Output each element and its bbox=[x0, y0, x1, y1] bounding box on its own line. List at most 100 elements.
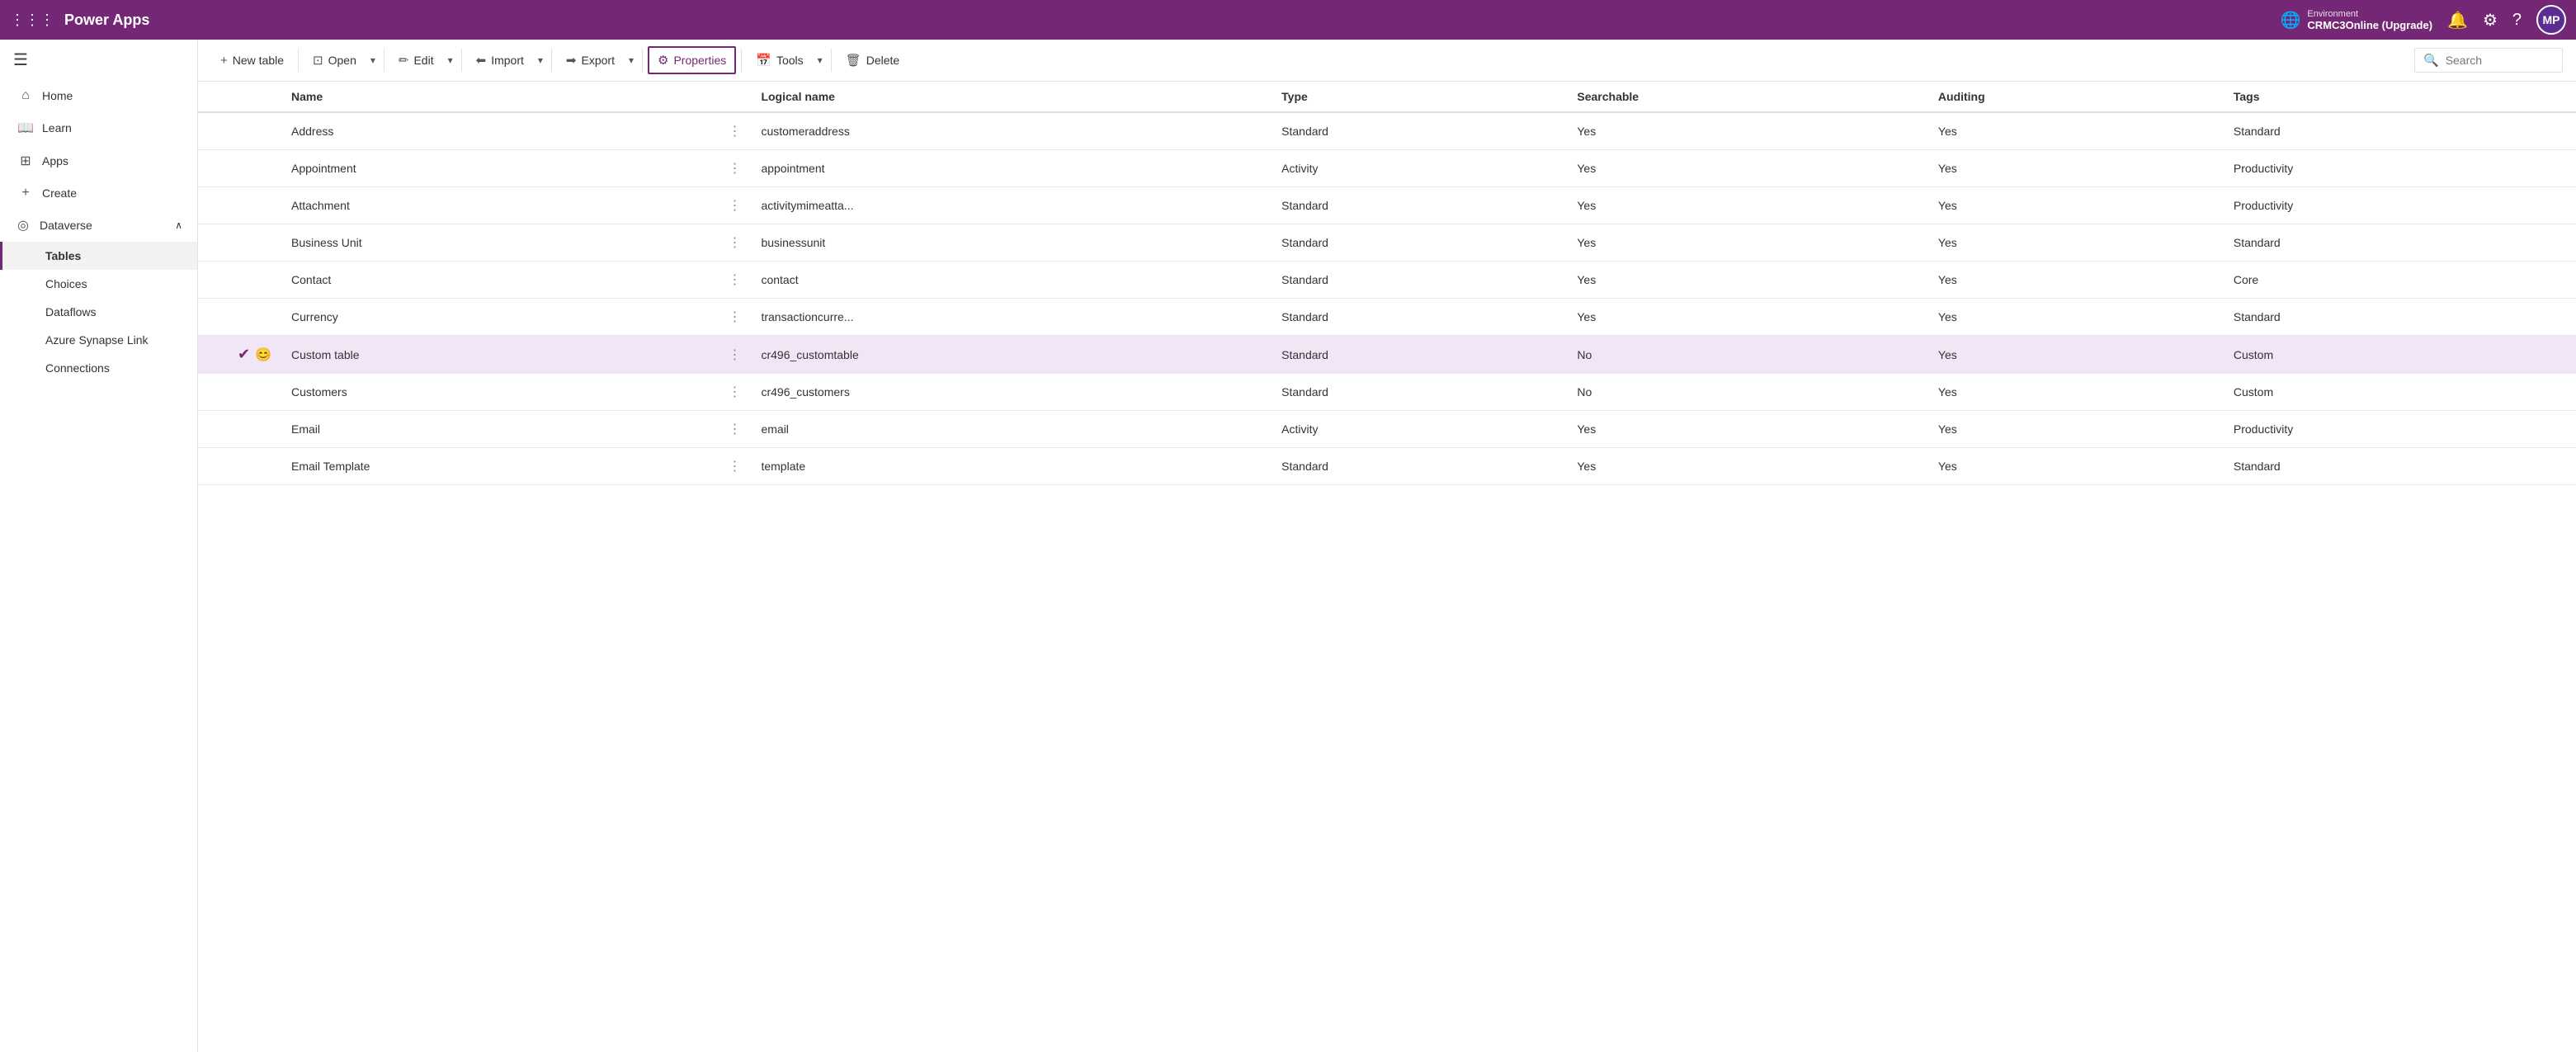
row-auditing-cell: Yes bbox=[1928, 112, 2224, 150]
row-searchable-cell: Yes bbox=[1567, 187, 1928, 224]
sidebar-item-choices[interactable]: Choices bbox=[0, 270, 197, 298]
sidebar-connections-label: Connections bbox=[45, 361, 110, 375]
open-dropdown-button[interactable]: ▾ bbox=[367, 50, 379, 71]
table-row[interactable]: Customers⋮cr496_customersStandardNoYesCu… bbox=[198, 374, 2576, 411]
row-name-cell: Custom table bbox=[281, 336, 718, 374]
table-row[interactable]: Contact⋮contactStandardYesYesCore bbox=[198, 262, 2576, 299]
export-dropdown-button[interactable]: ▾ bbox=[625, 50, 637, 71]
col-more-header bbox=[718, 82, 751, 112]
table-row[interactable]: Business Unit⋮businessunitStandardYesYes… bbox=[198, 224, 2576, 262]
more-options-icon[interactable]: ⋮ bbox=[728, 273, 741, 287]
more-options-icon[interactable]: ⋮ bbox=[728, 162, 741, 176]
export-button[interactable]: ➡ Export bbox=[557, 47, 624, 73]
more-options-icon[interactable]: ⋮ bbox=[728, 310, 741, 324]
tools-dropdown-button[interactable]: ▾ bbox=[814, 50, 826, 71]
row-name-cell: Appointment bbox=[281, 150, 718, 187]
row-more-cell[interactable]: ⋮ bbox=[718, 374, 751, 411]
col-type-header: Type bbox=[1271, 82, 1567, 112]
edit-button[interactable]: ✏ Edit bbox=[389, 47, 443, 73]
sidebar-menu-button[interactable]: ☰ bbox=[0, 40, 197, 80]
sidebar-item-apps[interactable]: ⊞ Apps bbox=[0, 144, 197, 177]
row-type-cell: Standard bbox=[1271, 112, 1567, 150]
toolbar-divider-3 bbox=[461, 49, 462, 72]
table-row[interactable]: Appointment⋮appointmentActivityYesYesPro… bbox=[198, 150, 2576, 187]
row-more-cell[interactable]: ⋮ bbox=[718, 336, 751, 374]
search-box[interactable]: 🔍 bbox=[2414, 48, 2563, 73]
row-select-cell bbox=[198, 299, 228, 336]
row-name-cell: Email bbox=[281, 411, 718, 448]
sidebar-item-learn-label: Learn bbox=[42, 121, 72, 134]
toolbar-divider-2 bbox=[384, 49, 385, 72]
sidebar-azure-synapse-label: Azure Synapse Link bbox=[45, 333, 149, 347]
more-options-icon[interactable]: ⋮ bbox=[728, 125, 741, 139]
more-options-icon[interactable]: ⋮ bbox=[728, 199, 741, 213]
toolbar: + New table ⊡ Open ▾ ✏ Edit ▾ ⬅ Import ▾ bbox=[198, 40, 2576, 82]
sidebar-item-create[interactable]: + Create bbox=[0, 177, 197, 209]
import-button[interactable]: ⬅ Import bbox=[467, 47, 533, 73]
more-options-icon[interactable]: ⋮ bbox=[728, 460, 741, 474]
row-logical-name-cell: businessunit bbox=[751, 224, 1271, 262]
toolbar-divider-5 bbox=[642, 49, 643, 72]
search-input[interactable] bbox=[2446, 54, 2545, 67]
help-button[interactable]: ? bbox=[2512, 11, 2522, 30]
row-tags-cell: Custom bbox=[2224, 374, 2576, 411]
grid-icon[interactable]: ⋮⋮⋮ bbox=[10, 12, 54, 29]
dataverse-chevron-icon: ∧ bbox=[175, 219, 182, 231]
sidebar-item-dataflows[interactable]: Dataflows bbox=[0, 298, 197, 326]
col-name-header: Name bbox=[281, 82, 718, 112]
sidebar-item-learn[interactable]: 📖 Learn bbox=[0, 111, 197, 144]
settings-button[interactable]: ⚙ bbox=[2483, 10, 2498, 31]
properties-button[interactable]: ⚙ Properties bbox=[648, 46, 736, 74]
table-row[interactable]: Currency⋮transactioncurre...StandardYesY… bbox=[198, 299, 2576, 336]
environment-selector[interactable]: 🌐 Environment CRMC3Online (Upgrade) bbox=[2280, 9, 2432, 31]
row-more-cell[interactable]: ⋮ bbox=[718, 411, 751, 448]
table-row[interactable]: Address⋮customeraddressStandardYesYesSta… bbox=[198, 112, 2576, 150]
row-more-cell[interactable]: ⋮ bbox=[718, 224, 751, 262]
open-button[interactable]: ⊡ Open bbox=[304, 47, 366, 73]
edit-dropdown-button[interactable]: ▾ bbox=[445, 50, 456, 71]
sidebar-item-azure-synapse[interactable]: Azure Synapse Link bbox=[0, 326, 197, 354]
row-more-cell[interactable]: ⋮ bbox=[718, 187, 751, 224]
more-options-icon[interactable]: ⋮ bbox=[728, 422, 741, 436]
sidebar-item-connections[interactable]: Connections bbox=[0, 354, 197, 382]
notifications-button[interactable]: 🔔 bbox=[2447, 10, 2468, 31]
import-dropdown-button[interactable]: ▾ bbox=[535, 50, 546, 71]
row-more-cell[interactable]: ⋮ bbox=[718, 112, 751, 150]
table-row[interactable]: Attachment⋮activitymimeatta...StandardYe… bbox=[198, 187, 2576, 224]
row-logical-name-cell: email bbox=[751, 411, 1271, 448]
toolbar-divider-4 bbox=[551, 49, 552, 72]
user-avatar[interactable]: MP bbox=[2536, 5, 2566, 35]
delete-button[interactable]: 🗑 Delete bbox=[837, 47, 909, 73]
row-more-cell[interactable]: ⋮ bbox=[718, 299, 751, 336]
row-select-cell bbox=[198, 411, 228, 448]
more-options-icon[interactable]: ⋮ bbox=[728, 385, 741, 399]
row-tags-cell: Custom bbox=[2224, 336, 2576, 374]
more-options-icon[interactable]: ⋮ bbox=[728, 236, 741, 250]
row-select-cell bbox=[198, 112, 228, 150]
table-row[interactable]: ✔😊Custom table⋮cr496_customtableStandard… bbox=[198, 336, 2576, 374]
sidebar-item-tables[interactable]: Tables bbox=[0, 242, 197, 270]
row-more-cell[interactable]: ⋮ bbox=[718, 448, 751, 485]
sidebar-item-home[interactable]: ⌂ Home bbox=[0, 80, 197, 111]
edit-icon: ✏ bbox=[399, 53, 409, 68]
tools-button[interactable]: 📅 Tools bbox=[747, 47, 812, 73]
row-name-cell: Currency bbox=[281, 299, 718, 336]
row-searchable-cell: Yes bbox=[1567, 411, 1928, 448]
row-more-cell[interactable]: ⋮ bbox=[718, 150, 751, 187]
row-searchable-cell: No bbox=[1567, 336, 1928, 374]
row-name-cell: Address bbox=[281, 112, 718, 150]
table-row[interactable]: Email Template⋮templateStandardYesYesSta… bbox=[198, 448, 2576, 485]
row-searchable-cell: Yes bbox=[1567, 112, 1928, 150]
row-logical-name-cell: activitymimeatta... bbox=[751, 187, 1271, 224]
more-options-icon[interactable]: ⋮ bbox=[728, 348, 741, 362]
row-more-cell[interactable]: ⋮ bbox=[718, 262, 751, 299]
apps-icon: ⊞ bbox=[17, 153, 34, 169]
search-icon: 🔍 bbox=[2423, 53, 2439, 68]
row-tags-cell: Standard bbox=[2224, 299, 2576, 336]
row-icons-cell bbox=[228, 448, 281, 485]
sidebar-tables-label: Tables bbox=[45, 249, 81, 262]
table-row[interactable]: Email⋮emailActivityYesYesProductivity bbox=[198, 411, 2576, 448]
col-tags-header: Tags bbox=[2224, 82, 2576, 112]
sidebar-dataverse-section[interactable]: ◎ Dataverse ∧ bbox=[0, 209, 197, 242]
new-table-button[interactable]: + New table bbox=[211, 48, 293, 73]
